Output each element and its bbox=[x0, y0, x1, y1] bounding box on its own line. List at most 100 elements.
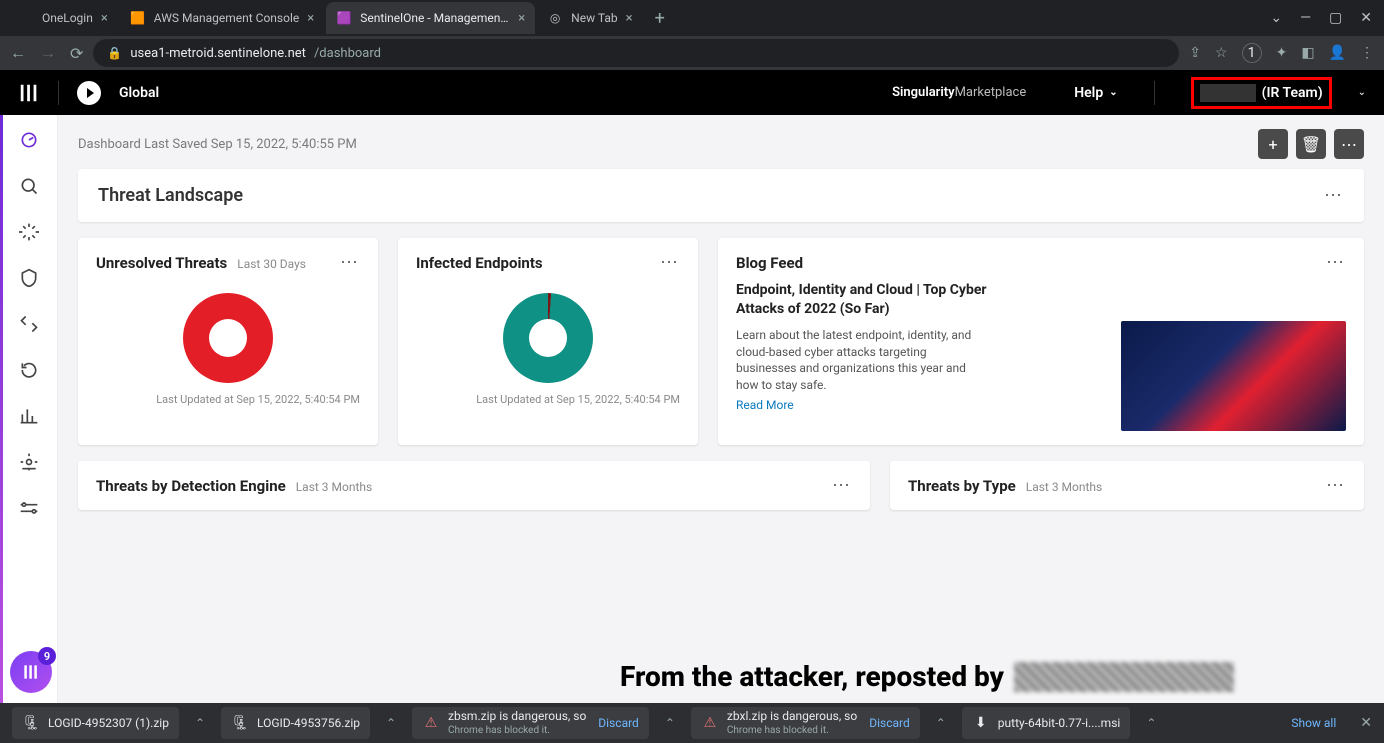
discard-button[interactable]: Discard bbox=[869, 716, 910, 730]
sidebar-visibility-icon[interactable] bbox=[18, 175, 40, 197]
download-name: zbsm.zip is dangerous, so bbox=[448, 709, 586, 723]
download-item[interactable]: 🗜 LOGID-4952307 (1).zip bbox=[12, 707, 179, 739]
sidebar-reports-icon[interactable] bbox=[18, 405, 40, 427]
close-icon[interactable]: × bbox=[626, 11, 633, 26]
back-icon[interactable]: ← bbox=[10, 43, 26, 63]
kebab-icon[interactable]: ⋮ bbox=[1360, 45, 1374, 61]
download-warning-item[interactable]: ⚠ zbxl.zip is dangerous, soChrome has bl… bbox=[691, 707, 920, 739]
team-label: (IR Team) bbox=[1262, 85, 1323, 101]
chevron-down-icon[interactable]: ⌄ bbox=[1270, 10, 1282, 26]
chevron-down-icon[interactable]: ⌄ bbox=[1358, 87, 1366, 98]
threat-landscape-panel: Threat Landscape ⋯ bbox=[78, 169, 1364, 222]
card-updated: Last Updated at Sep 15, 2022, 5:40:54 PM bbox=[96, 393, 360, 406]
account-menu-highlighted[interactable]: (IR Team) bbox=[1191, 77, 1332, 109]
read-more-link[interactable]: Read More bbox=[736, 398, 794, 412]
new-tab-button[interactable]: + bbox=[645, 8, 675, 29]
close-icon[interactable]: × bbox=[307, 11, 314, 26]
lock-icon: 🔒 bbox=[107, 46, 122, 60]
window-controls: ⌄ — ▢ ✕ bbox=[1270, 10, 1384, 26]
close-window-icon[interactable]: ✕ bbox=[1360, 10, 1372, 26]
profile-icon[interactable]: 👤 bbox=[1329, 45, 1346, 61]
download-name: LOGID-4953756.zip bbox=[257, 716, 360, 730]
address-bar[interactable]: 🔒 usea1-metroid.sentinelone.net/dashboar… bbox=[93, 39, 1179, 67]
sidebar-sentinels-icon[interactable] bbox=[18, 221, 40, 243]
card-subtitle: Last 3 Months bbox=[296, 480, 372, 494]
url-host: usea1-metroid.sentinelone.net bbox=[130, 46, 306, 61]
sidebar-activity-icon[interactable] bbox=[18, 359, 40, 381]
blog-post-desc: Learn about the latest endpoint, identit… bbox=[736, 327, 986, 394]
download-item[interactable]: ⬇ putty-64bit-0.77-i....msi bbox=[962, 707, 1131, 739]
browser-tab[interactable]: ◎ New Tab × bbox=[537, 2, 642, 34]
minimize-icon[interactable]: — bbox=[1300, 10, 1311, 26]
tab-title: SentinelOne - Management Con bbox=[360, 11, 510, 25]
extensions-icon[interactable]: ✦ bbox=[1276, 45, 1288, 61]
browser-tab-active[interactable]: 🟪 SentinelOne - Management Con × bbox=[326, 2, 535, 34]
panel-menu-icon[interactable]: ⋯ bbox=[1324, 185, 1344, 206]
card-title: Threats by Type bbox=[908, 477, 1016, 495]
card-subtitle: Last 30 Days bbox=[237, 257, 306, 271]
card-menu-icon[interactable]: ⋯ bbox=[832, 475, 852, 496]
chevron-up-icon[interactable]: ⌃ bbox=[380, 716, 402, 730]
app-header: Global SingularityMarketplace Help⌄ (IR … bbox=[0, 70, 1384, 115]
chevron-up-icon[interactable]: ⌃ bbox=[659, 716, 681, 730]
delete-button[interactable]: 🗑 bbox=[1296, 129, 1326, 159]
discard-button[interactable]: Discard bbox=[598, 716, 639, 730]
card-menu-icon[interactable]: ⋯ bbox=[1326, 475, 1346, 496]
panel-title: Threat Landscape bbox=[98, 185, 243, 206]
reload-icon[interactable]: ⟳ bbox=[70, 44, 83, 63]
chevron-up-icon[interactable]: ⌃ bbox=[189, 716, 211, 730]
card-menu-icon[interactable]: ⋯ bbox=[340, 252, 360, 273]
sidebar-applications-icon[interactable] bbox=[18, 313, 40, 335]
browser-tab[interactable]: OneLogin × bbox=[8, 2, 118, 34]
card-title: Threats by Detection Engine bbox=[96, 477, 286, 495]
more-button[interactable]: ⋯ bbox=[1334, 129, 1364, 159]
download-item[interactable]: 🗜 LOGID-4953756.zip bbox=[221, 707, 370, 739]
browser-tab-strip: OneLogin × 🟧 AWS Management Console × 🟪 … bbox=[0, 0, 1384, 36]
show-all-downloads[interactable]: Show all bbox=[1291, 716, 1336, 730]
sidebar-settings-icon[interactable] bbox=[18, 497, 40, 519]
forward-icon[interactable]: → bbox=[40, 43, 56, 63]
infected-endpoints-card: Infected Endpoints ⋯ Last Updated at Sep… bbox=[398, 238, 698, 445]
warning-icon: ⚠ bbox=[701, 714, 719, 732]
share-icon[interactable]: ⇪ bbox=[1189, 45, 1201, 61]
tab-title: New Tab bbox=[571, 11, 617, 25]
sidebar-dashboard-icon[interactable] bbox=[18, 129, 40, 151]
chevron-up-icon[interactable]: ⌃ bbox=[930, 716, 952, 730]
scope-breadcrumb[interactable]: Global bbox=[119, 85, 159, 101]
card-menu-icon[interactable]: ⋯ bbox=[1326, 252, 1346, 273]
card-updated: Last Updated at Sep 15, 2022, 5:40:54 PM bbox=[416, 393, 680, 406]
caption-text: From the attacker, reposted by bbox=[620, 660, 1004, 693]
donut-chart-teal bbox=[503, 293, 593, 383]
blog-feed-card: Blog Feed ⋯ Endpoint, Identity and Cloud… bbox=[718, 238, 1364, 445]
threats-by-type-card: Threats by Type Last 3 Months ⋯ bbox=[890, 461, 1364, 510]
blog-thumbnail bbox=[1121, 321, 1346, 431]
msi-icon: ⬇ bbox=[972, 714, 990, 732]
close-downloads-icon[interactable]: ✕ bbox=[1360, 715, 1372, 731]
help-menu[interactable]: Help⌄ bbox=[1074, 85, 1117, 101]
assistant-fab[interactable]: 9 bbox=[10, 651, 52, 693]
marketplace-link[interactable]: SingularityMarketplace bbox=[892, 85, 1026, 100]
add-widget-button[interactable]: + bbox=[1258, 129, 1288, 159]
star-icon[interactable]: ☆ bbox=[1215, 45, 1228, 61]
sentinelone-logo-icon bbox=[18, 82, 40, 104]
maximize-icon[interactable]: ▢ bbox=[1329, 10, 1342, 26]
favicon-icon bbox=[18, 10, 34, 26]
card-subtitle: Last 3 Months bbox=[1026, 480, 1102, 494]
download-sub: Chrome has blocked it. bbox=[448, 725, 550, 736]
browser-tab[interactable]: 🟧 AWS Management Console × bbox=[120, 2, 324, 34]
card-menu-icon[interactable]: ⋯ bbox=[660, 252, 680, 273]
close-icon[interactable]: × bbox=[101, 11, 108, 26]
card-title: Infected Endpoints bbox=[416, 254, 543, 272]
chevron-down-icon: ⌄ bbox=[1109, 87, 1117, 98]
chevron-up-icon[interactable]: ⌃ bbox=[1140, 716, 1162, 730]
sidepanel-icon[interactable]: ◧ bbox=[1301, 45, 1314, 61]
threats-by-detection-card: Threats by Detection Engine Last 3 Month… bbox=[78, 461, 870, 510]
sidebar-incidents-icon[interactable] bbox=[18, 267, 40, 289]
sidebar-automation-icon[interactable] bbox=[18, 451, 40, 473]
close-icon[interactable]: × bbox=[518, 11, 525, 26]
download-warning-item[interactable]: ⚠ zbsm.zip is dangerous, soChrome has bl… bbox=[412, 707, 649, 739]
scope-expand-button[interactable] bbox=[77, 81, 101, 105]
browser-toolbar: ← → ⟳ 🔒 usea1-metroid.sentinelone.net/da… bbox=[0, 36, 1384, 70]
zip-icon: 🗜 bbox=[231, 714, 249, 732]
extension-badge[interactable]: 1 bbox=[1242, 43, 1262, 63]
